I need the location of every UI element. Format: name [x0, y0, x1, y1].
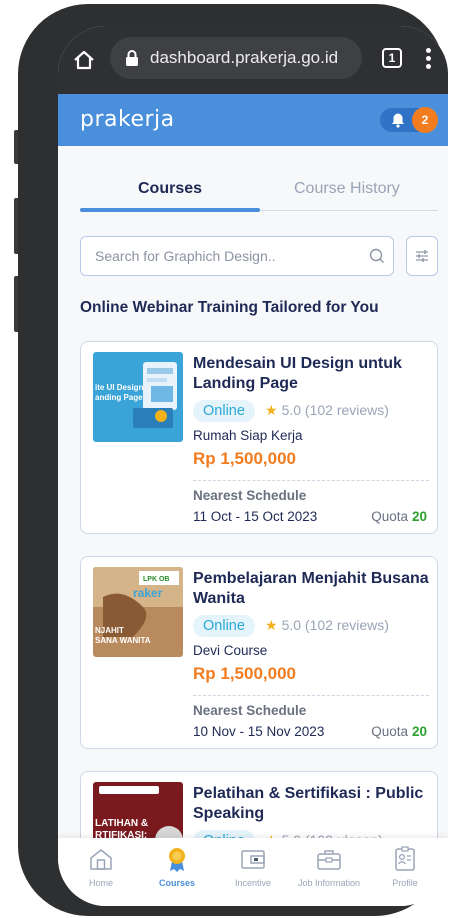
star-icon: ★ [265, 617, 278, 633]
notification-badge: 2 [412, 107, 438, 133]
nav-label: Profile [392, 878, 418, 888]
nav-item-courses[interactable]: Courses [140, 846, 214, 888]
star-icon: ★ [265, 402, 278, 418]
nav-item-profile[interactable]: Profile [368, 846, 442, 888]
tab-courses[interactable]: Courses [138, 180, 202, 198]
quota-value: 20 [411, 724, 427, 739]
bottom-navigation: Home Courses Incentive Job Information P… [58, 838, 448, 906]
profile-card-icon [395, 846, 415, 871]
briefcase-icon [317, 850, 341, 870]
schedule-label: Nearest Schedule [193, 703, 307, 718]
tab-course-history[interactable]: Course History [294, 180, 400, 198]
status-badge: Online [193, 615, 255, 637]
nav-label: Incentive [234, 878, 272, 888]
nav-label: Courses [158, 878, 195, 888]
search-input[interactable] [95, 237, 355, 275]
nav-item-job-information[interactable]: Job Information [292, 846, 366, 888]
quota-value: 20 [411, 509, 427, 524]
rating-text: 5.0 (102 reviews) [281, 617, 389, 633]
lock-icon [126, 50, 138, 66]
rating: ★ 5.0 (102 reviews) [265, 402, 389, 419]
course-thumbnail: ite UI Design anding Page [93, 352, 183, 442]
course-card[interactable]: LPK OB raker NJAHIT SANA WANITA Pembelaj… [80, 556, 438, 749]
quota: Quota 20 [371, 724, 427, 739]
quota-label: Quota [371, 509, 408, 524]
schedule-date: 11 Oct - 15 Oct 2023 [193, 509, 318, 524]
course-provider: Devi Course [193, 643, 268, 658]
svg-text:NJAHIT: NJAHIT [95, 626, 124, 635]
course-title[interactable]: Pelatihan & Sertifikasi : Public Speakin… [193, 784, 433, 824]
quota-label: Quota [371, 724, 408, 739]
status-badge: Online [193, 400, 255, 422]
home-icon [90, 849, 112, 870]
search-icon[interactable] [369, 248, 385, 264]
course-price: Rp 1,500,000 [193, 449, 297, 468]
courses-medal-icon [169, 848, 185, 872]
search-box [80, 236, 394, 276]
course-provider: Rumah Siap Kerja [193, 428, 303, 443]
course-title[interactable]: Pembelajaran Menjahit Busana Wanita [193, 569, 433, 609]
nav-label: Job Information [297, 878, 361, 888]
svg-text:LPK OB: LPK OB [143, 576, 169, 583]
svg-text:anding Page: anding Page [95, 393, 143, 402]
course-title[interactable]: Mendesain UI Design untuk Landing Page [193, 354, 433, 394]
nav-label: Home [88, 878, 113, 888]
course-thumbnail: LPK OB raker NJAHIT SANA WANITA [93, 567, 183, 657]
notification-button[interactable]: 2 [380, 107, 438, 133]
rating-text: 5.0 (102 reviews) [281, 402, 389, 418]
home-icon[interactable] [72, 48, 96, 72]
svg-text:ite UI Design: ite UI Design [95, 383, 144, 392]
browser-toolbar: dashboard.prakerja.go.id 1 [58, 26, 448, 94]
svg-text:LATIHAN &: LATIHAN & [95, 818, 148, 829]
card-divider [193, 695, 429, 696]
svg-text:raker: raker [133, 586, 163, 600]
nav-item-home[interactable]: Home [64, 846, 138, 888]
address-bar[interactable]: dashboard.prakerja.go.id [110, 37, 362, 79]
course-card[interactable]: ite UI Design anding Page Mendesain UI D… [80, 341, 438, 534]
url-text[interactable]: dashboard.prakerja.go.id [150, 48, 338, 68]
phone-screen: dashboard.prakerja.go.id 1 prakerja 2 Co… [58, 26, 448, 906]
nav-item-incentive[interactable]: Incentive [216, 846, 290, 888]
svg-text:SANA WANITA: SANA WANITA [95, 636, 151, 645]
browser-menu-icon[interactable] [426, 48, 432, 70]
course-price: Rp 1,500,000 [193, 664, 297, 683]
quota: Quota 20 [371, 509, 427, 524]
wallet-icon [241, 850, 265, 869]
schedule-date: 10 Nov - 15 Nov 2023 [193, 724, 325, 739]
section-title: Online Webinar Training Tailored for You [80, 299, 379, 316]
tab-count: 1 [388, 51, 396, 65]
schedule-label: Nearest Schedule [193, 488, 307, 503]
card-divider [193, 480, 429, 481]
prakerja-logo[interactable]: prakerja [80, 107, 175, 132]
active-tab-indicator [80, 208, 260, 212]
filter-sliders-icon [416, 250, 428, 262]
phone-frame: dashboard.prakerja.go.id 1 prakerja 2 Co… [18, 4, 448, 916]
rating: ★ 5.0 (102 reviews) [265, 617, 389, 634]
filter-button[interactable] [406, 236, 438, 276]
bell-icon [392, 113, 404, 128]
app-header: prakerja 2 [58, 94, 448, 146]
tab-switcher-button[interactable]: 1 [382, 48, 402, 68]
